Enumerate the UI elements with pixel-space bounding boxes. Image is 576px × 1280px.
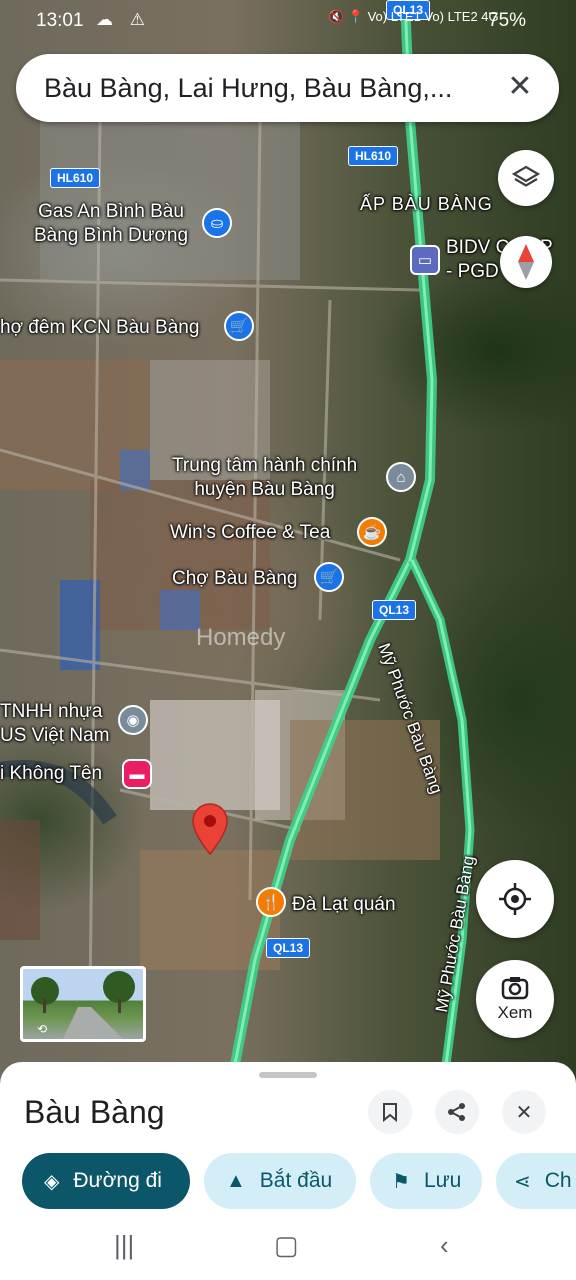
civic-building-icon[interactable]: ⌂ — [386, 462, 416, 492]
my-location-button[interactable] — [476, 860, 554, 938]
back-icon[interactable]: ‹ — [440, 1230, 449, 1261]
road-shield-ql13-bottom: QL13 — [266, 938, 311, 958]
recent-apps-icon[interactable]: ||| — [114, 1230, 134, 1261]
start-label: Bắt đầu — [259, 1169, 333, 1192]
share-icon — [448, 1103, 465, 1121]
shopping-cart-icon[interactable]: 🛒 — [314, 562, 344, 592]
status-bar: 13:01 ☁ ⚠ 🔇 📍 Vo) LTE1 Vo) LTE2 4G 75% — [0, 0, 576, 40]
search-bar[interactable]: Bàu Bàng, Lai Hưng, Bàu Bàng,... ✕ — [16, 54, 559, 122]
selected-location-pin-icon[interactable] — [190, 802, 230, 856]
street-view-thumbnail[interactable]: ⟲ — [20, 966, 146, 1042]
close-icon: ✕ — [515, 1101, 533, 1124]
road-shield-hl610-left: HL610 — [50, 168, 101, 188]
lens-icon — [501, 977, 529, 1000]
system-nav-bar: ||| ▢ ‹ — [0, 1220, 576, 1280]
poi-label-wins[interactable]: Win's Coffee & Tea — [170, 521, 330, 545]
poi-label-khong-ten[interactable]: i Không Tên — [0, 762, 102, 786]
clock: 13:01 — [36, 10, 84, 31]
restaurant-icon[interactable]: 🍴 — [256, 887, 286, 917]
poi-label-gas[interactable]: Gas An Bình Bàu Bàng Bình Dương — [34, 200, 188, 248]
street-view-image: ⟲ — [31, 971, 135, 1039]
my-location-icon — [499, 883, 531, 915]
share-chip[interactable]: ⋖ Ch — [496, 1153, 576, 1209]
rotate-360-icon: ⟲ — [37, 1022, 47, 1036]
save-chip[interactable]: ⚑ Lưu — [370, 1153, 482, 1209]
layers-button[interactable] — [498, 150, 554, 206]
battery-level: 75% — [488, 10, 527, 31]
location-pin-icon[interactable]: ◉ — [118, 705, 148, 735]
bookmark-icon — [383, 1103, 397, 1122]
road-shield-ql13-mid: QL13 — [372, 600, 417, 620]
poi-label-tnhh[interactable]: TNHH nhựa US Việt Nam — [0, 700, 109, 748]
poi-label-cho-dem[interactable]: hợ đêm KCN Bàu Bàng — [0, 316, 199, 340]
directions-icon: ◈ — [44, 1170, 60, 1193]
lens-label: Xem — [497, 1003, 533, 1022]
compass-button[interactable] — [500, 236, 552, 288]
navigation-icon: ▲ — [226, 1169, 246, 1192]
signal-icons: 🔇 📍 Vo) LTE1 Vo) LTE2 4G — [328, 9, 499, 24]
directions-label: Đường đi — [73, 1169, 162, 1192]
poi-label-trung-tam[interactable]: Trung tâm hành chính huyện Bàu Bàng — [172, 454, 357, 502]
notification-icons: ☁ ⚠ — [96, 10, 151, 29]
watermark: Homedy — [196, 624, 286, 651]
close-sheet-button[interactable]: ✕ — [502, 1090, 546, 1134]
compass-icon — [518, 244, 534, 280]
directions-button[interactable]: ◈ Đường đi — [22, 1153, 190, 1209]
poi-label-cho-bau-bang[interactable]: Chợ Bàu Bàng — [172, 567, 298, 591]
place-title: Bàu Bàng — [24, 1094, 165, 1130]
search-query[interactable]: Bàu Bàng, Lai Hưng, Bàu Bàng,... — [44, 73, 452, 104]
poi-label-da-lat[interactable]: Đà Lạt quán — [292, 893, 396, 917]
home-icon[interactable]: ▢ — [274, 1230, 299, 1261]
save-label: Lưu — [423, 1169, 462, 1192]
save-button[interactable] — [368, 1090, 412, 1134]
close-icon[interactable]: ✕ — [501, 68, 539, 106]
area-label-ap-bau-bang: ẤP BÀU BÀNG — [360, 194, 493, 214]
share-label: Ch — [544, 1169, 572, 1192]
bookmark-icon: ⚑ — [392, 1170, 410, 1193]
hotel-bed-icon[interactable]: ▬ — [122, 759, 152, 789]
share-button[interactable] — [435, 1090, 479, 1134]
share-icon: ⋖ — [514, 1170, 531, 1193]
bank-icon[interactable]: ▭ — [410, 245, 440, 275]
drag-handle[interactable] — [259, 1072, 317, 1078]
shopping-cart-icon[interactable]: 🛒 — [224, 311, 254, 341]
layers-icon — [511, 165, 541, 187]
lens-button[interactable]: Xem — [476, 960, 554, 1038]
shopping-bag-icon[interactable]: ⛀ — [202, 208, 232, 238]
start-button[interactable]: ▲ Bắt đầu — [204, 1153, 356, 1209]
road-shield-hl610-right: HL610 — [348, 146, 399, 166]
coffee-cup-icon[interactable]: ☕ — [357, 517, 387, 547]
